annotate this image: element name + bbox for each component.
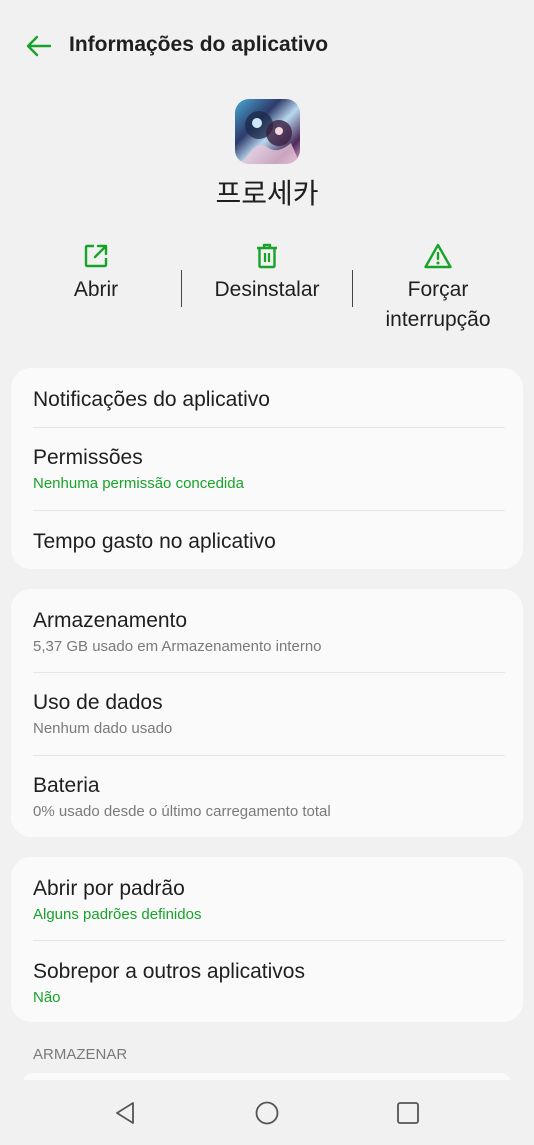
notifications-item[interactable]: Notificações do aplicativo (33, 388, 505, 412)
page-title: Informações do aplicativo (69, 33, 329, 56)
nav-home-button[interactable] (250, 1098, 284, 1128)
uninstall-label: Desinstalar (214, 278, 320, 301)
storage-title: Armazenamento (33, 609, 188, 632)
divider (33, 755, 505, 756)
app-bar: Informações do aplicativo (0, 0, 534, 92)
data-usage-subtitle: Nenhum dado usado (33, 720, 173, 737)
square-recents-icon (397, 1102, 419, 1124)
triangle-back-icon (116, 1102, 134, 1124)
notifications-title: Notificações do aplicativo (33, 388, 270, 411)
battery-item[interactable]: Bateria 0% usado desde o último carregam… (33, 774, 505, 820)
divider (33, 940, 505, 941)
overlay-item[interactable]: Sobrepor a outros aplicativos Não (33, 960, 505, 1006)
system-nav-bar (0, 1080, 534, 1145)
data-usage-item[interactable]: Uso de dados Nenhum dado usado (33, 691, 505, 737)
settings-card-app: Notificações do aplicativo Permissões Ne… (11, 368, 523, 569)
divider (352, 270, 353, 307)
force-stop-label: Forçar interrupção (385, 275, 490, 335)
overlay-subtitle: Não (33, 989, 61, 1006)
warning-icon (424, 243, 452, 269)
back-button[interactable] (22, 30, 56, 62)
settings-card-usage: Armazenamento 5,37 GB usado em Armazenam… (11, 589, 523, 837)
open-by-default-subtitle: Alguns padrões definidos (33, 906, 202, 923)
circle-home-icon (255, 1101, 279, 1125)
open-by-default-title: Abrir por padrão (33, 877, 185, 900)
force-stop-label-line1: Forçar (407, 278, 469, 301)
uninstall-button[interactable]: Desinstalar (196, 240, 338, 305)
open-external-icon (84, 244, 108, 268)
storage-subtitle: 5,37 GB usado em Armazenamento interno (33, 638, 322, 655)
divider (33, 510, 505, 511)
divider (33, 672, 505, 673)
action-row: Abrir Desinstalar Forçar interrupção (0, 240, 534, 340)
permissions-item[interactable]: Permissões Nenhuma permissão concedida (33, 446, 505, 492)
permissions-subtitle: Nenhuma permissão concedida (33, 475, 244, 492)
trash-icon (257, 243, 277, 269)
nav-recents-button[interactable] (391, 1098, 425, 1128)
app-name: 프로세카 (215, 177, 319, 210)
time-spent-title: Tempo gasto no aplicativo (33, 530, 276, 553)
permissions-title: Permissões (33, 446, 143, 469)
settings-card-defaults: Abrir por padrão Alguns padrões definido… (11, 857, 523, 1022)
section-header-store: ARMAZENAR (33, 1046, 128, 1063)
arrow-left-icon (26, 35, 52, 57)
nav-back-button[interactable] (108, 1098, 142, 1128)
open-by-default-item[interactable]: Abrir por padrão Alguns padrões definido… (33, 877, 505, 923)
storage-item[interactable]: Armazenamento 5,37 GB usado em Armazenam… (33, 609, 505, 655)
divider (33, 427, 505, 428)
battery-subtitle: 0% usado desde o último carregamento tot… (33, 803, 331, 820)
battery-title: Bateria (33, 774, 100, 797)
app-icon (235, 99, 300, 164)
force-stop-button[interactable]: Forçar interrupção (368, 240, 508, 335)
data-usage-title: Uso de dados (33, 691, 163, 714)
divider (181, 270, 182, 307)
time-spent-item[interactable]: Tempo gasto no aplicativo (33, 530, 505, 554)
force-stop-label-line2: interrupção (385, 308, 491, 331)
overlay-title: Sobrepor a outros aplicativos (33, 960, 305, 983)
open-button[interactable]: Abrir (36, 240, 156, 305)
open-label: Abrir (73, 278, 119, 301)
